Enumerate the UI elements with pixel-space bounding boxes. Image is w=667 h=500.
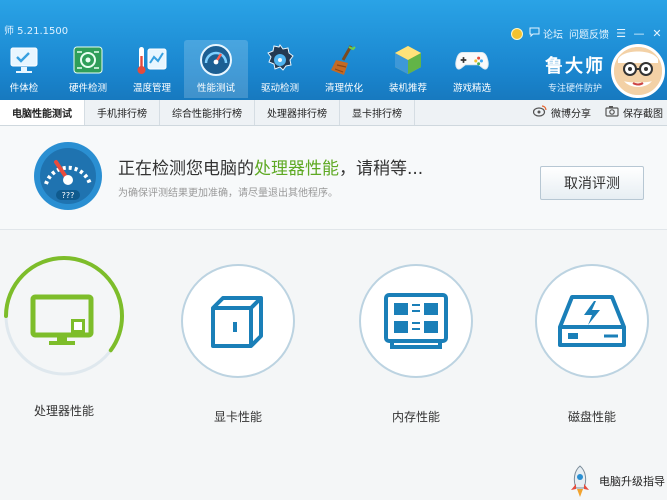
upgrade-guide-button[interactable]: 电脑升级指导 [567,462,667,500]
tab-pc-performance[interactable]: 电脑性能测试 [0,100,85,125]
mascot-avatar[interactable] [611,44,665,98]
tool-label: 装机推荐 [388,83,427,94]
tab-actions: 微博分享 保存截图 [532,100,667,125]
circuit-board-icon [71,43,105,77]
test-item-memory[interactable]: 内存性能 [346,264,486,425]
tool-games[interactable]: 游戏精选 [440,40,504,98]
memory-circle [359,264,473,378]
camera-icon [605,105,619,120]
tool-driver[interactable]: 驱动检测 [248,40,312,98]
weibo-share-button[interactable]: 微博分享 [532,105,591,120]
close-button[interactable]: ✕ [651,27,663,40]
test-item-label: 磁盘性能 [567,410,616,424]
tool-label: 驱动检测 [260,83,299,94]
test-item-gpu[interactable]: 显卡性能 [168,264,308,425]
status-title-prefix: 正在检测您电脑的 [118,159,254,179]
status-title-highlight: 处理器性能 [254,159,339,179]
main-toolbar: 件体检 硬件检测 温度管理 性能测试 驱动检测 清理优化 装机推荐 游戏精选 [0,40,504,98]
test-item-label: 内存性能 [391,410,440,424]
tool-label: 性能测试 [196,83,235,94]
brand-name: 鲁大师 [545,56,605,77]
test-item-label: 显卡性能 [213,410,262,424]
upgrade-guide-label: 电脑升级指导 [599,475,665,488]
tool-hardware-detect[interactable]: 硬件检测 [56,40,120,98]
tab-cpu-ranking[interactable]: 处理器排行榜 [255,100,340,125]
cancel-test-button[interactable]: 取消评测 [540,166,644,200]
tab-gpu-ranking[interactable]: 显卡排行榜 [340,100,415,125]
gear-disc-icon [263,43,297,77]
broom-icon [327,43,361,77]
top-links: 论坛 问题反馈 ☰ — ✕ [511,26,663,41]
thermometer-icon [135,43,169,77]
status-title: 正在检测您电脑的处理器性能，请稍等... [118,154,423,179]
test-items: 处理器性能 显卡性能 内存性能 磁盘性能 [0,230,667,460]
status-title-suffix: ，请稍等... [339,159,424,179]
test-status-panel: ??? 正在检测您电脑的处理器性能，请稍等... 为确保评测结果更加准确，请尽量… [0,126,667,230]
tool-label: 游戏精选 [452,83,491,94]
menu-button[interactable]: ☰ [615,27,627,40]
status-subtitle: 为确保评测结果更加准确，请尽量退出其他程序。 [118,188,338,199]
forum-link-label: 论坛 [543,30,563,41]
tool-label: 温度管理 [132,83,171,94]
mascot-face-icon [614,47,662,95]
app-version: 师 5.21.1500 [4,26,69,37]
speed-gauge-icon: ??? [34,142,102,210]
gpu-cube-icon [211,296,263,348]
weibo-icon [532,105,547,120]
save-screenshot-button[interactable]: 保存截图 [605,105,663,120]
weibo-share-label: 微博分享 [551,109,591,120]
tool-hardware-check[interactable]: 件体检 [0,40,56,98]
tool-label: 清理优化 [324,83,363,94]
speed-gauge-icon [199,43,233,77]
tool-build-recommend[interactable]: 装机推荐 [376,40,440,98]
cpu-progress-ring [4,256,124,376]
feedback-label: 问题反馈 [569,30,609,41]
tool-label: 硬件检测 [68,83,107,94]
app-header: 师 5.21.1500 论坛 问题反馈 ☰ — ✕ 件体检 硬件检测 温度管理 … [0,0,667,100]
test-item-label: 处理器性能 [33,404,94,418]
tab-bar: 电脑性能测试 手机排行榜 综合性能排行榜 处理器排行榜 显卡排行榜 微博分享 保… [0,100,667,126]
brand-slogan: 专注硬件防护 [547,84,602,94]
tab-overall-ranking[interactable]: 综合性能排行榜 [160,100,255,125]
gauge-label: ??? [62,191,75,200]
chat-icon [529,27,540,40]
minimize-button[interactable]: — [633,27,645,40]
save-screenshot-label: 保存截图 [623,109,663,120]
gamepad-icon [455,43,489,77]
test-item-disk[interactable]: 磁盘性能 [522,264,662,425]
tab-phone-ranking[interactable]: 手机排行榜 [85,100,160,125]
feedback-link[interactable]: 问题反馈 [569,26,609,41]
main-content: ??? 正在检测您电脑的处理器性能，请稍等... 为确保评测结果更加准确，请尽量… [0,126,667,500]
cube-icon [391,43,425,77]
rocket-icon [571,465,589,497]
tool-cleanup[interactable]: 清理优化 [312,40,376,98]
medal-icon[interactable] [511,27,523,40]
test-item-cpu[interactable]: 处理器性能 [0,256,134,419]
memory-chip-icon [384,293,448,349]
disk-circle [535,264,649,378]
tool-performance[interactable]: 性能测试 [184,40,248,98]
brand: 鲁大师 专注硬件防护 [545,52,605,94]
gpu-circle [181,264,295,378]
monitor-check-icon [7,43,41,77]
tool-temperature[interactable]: 温度管理 [120,40,184,98]
forum-link[interactable]: 论坛 [529,26,563,41]
disk-drive-icon [558,295,626,347]
tool-label: 件体检 [9,83,39,94]
